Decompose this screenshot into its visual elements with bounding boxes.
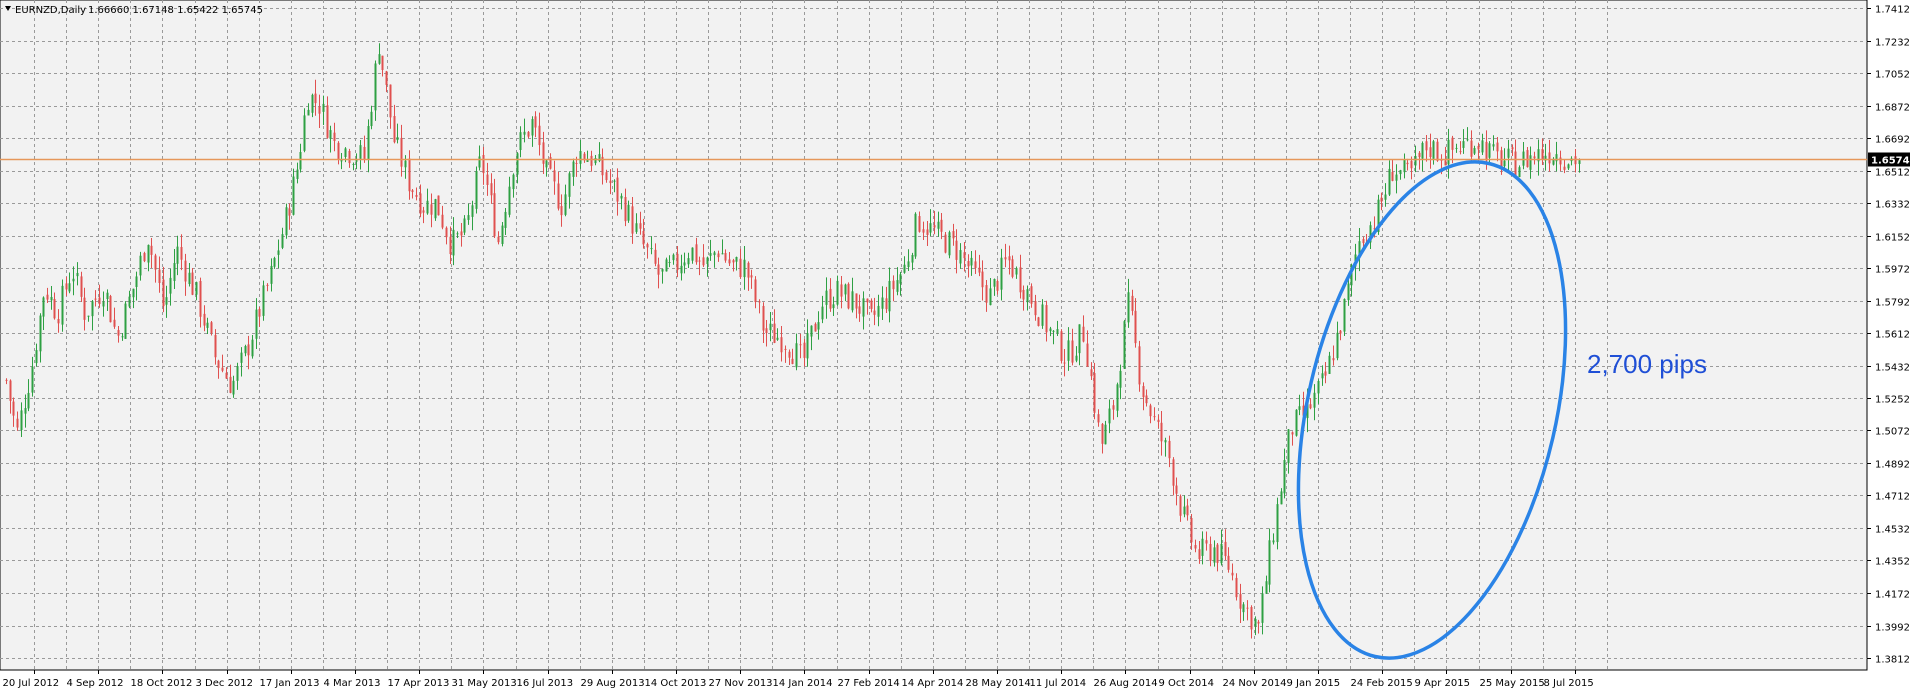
x-tick-label: 11 Jul 2014 xyxy=(1030,678,1087,689)
y-tick-label: 1.57920 xyxy=(1875,298,1910,309)
current-price-box: 1.65745 xyxy=(1868,152,1910,167)
x-tick-label: 17 Jan 2013 xyxy=(260,678,320,689)
plot-background xyxy=(0,0,1868,671)
y-tick-label: 1.43520 xyxy=(1875,557,1910,568)
x-tick-label: 27 Feb 2014 xyxy=(838,678,900,689)
x-tick-label: 29 Aug 2013 xyxy=(581,678,645,689)
chart-header: EURNZD,Daily 1.66660 1.67148 1.65422 1.6… xyxy=(5,5,263,16)
y-tick-label: 1.61520 xyxy=(1875,233,1910,244)
x-tick-label: 4 Sep 2012 xyxy=(67,678,124,689)
x-tick-label: 14 Apr 2014 xyxy=(902,678,964,689)
y-tick-label: 1.38120 xyxy=(1875,655,1910,666)
x-tick-label: 9 Apr 2015 xyxy=(1415,678,1470,689)
y-tick-label: 1.63320 xyxy=(1875,200,1910,211)
y-tick-label: 1.65120 xyxy=(1875,168,1910,179)
x-tick-label: 24 Feb 2015 xyxy=(1351,678,1413,689)
y-tick-label: 1.54320 xyxy=(1875,363,1910,374)
x-tick-label: 20 Jul 2012 xyxy=(3,678,60,689)
x-axis: 20 Jul 2012 4 Sep 2012 18 Oct 2012 3 Dec 20… xyxy=(3,670,1594,689)
x-tick-label: 8 Jul 2015 xyxy=(1544,678,1594,689)
y-tick-label: 1.39920 xyxy=(1875,623,1910,634)
current-price-label: 1.65745 xyxy=(1871,156,1910,167)
y-tick-label: 1.70520 xyxy=(1875,70,1910,81)
x-tick-label: 24 Nov 2014 xyxy=(1223,678,1287,689)
y-tick-label: 1.50720 xyxy=(1875,427,1910,438)
y-tick-label: 1.47120 xyxy=(1875,492,1910,503)
y-tick-label: 1.68720 xyxy=(1875,103,1910,114)
annotation-label: 2,700 pips xyxy=(1587,349,1707,379)
x-tick-label: 4 Mar 2013 xyxy=(324,678,381,689)
x-tick-label: 18 Oct 2012 xyxy=(131,678,193,689)
candlestick-chart[interactable]: 1.74120 1.72320 1.70520 1.68720 1.66920 1.651… xyxy=(0,0,1910,691)
y-tick-label: 1.66920 xyxy=(1875,135,1910,146)
y-axis: 1.74120 1.72320 1.70520 1.68720 1.66920 1.651… xyxy=(1867,5,1910,666)
x-tick-label: 9 Jan 2015 xyxy=(1287,678,1341,689)
y-tick-label: 1.48920 xyxy=(1875,460,1910,471)
y-tick-label: 1.59720 xyxy=(1875,265,1910,276)
y-tick-label: 1.41720 xyxy=(1875,590,1910,601)
y-tick-label: 1.72320 xyxy=(1875,38,1910,49)
ohlc-label: 1.66660 1.67148 1.65422 1.65745 xyxy=(88,5,263,16)
symbol-timeframe-label: EURNZD,Daily xyxy=(15,5,86,16)
x-tick-label: 28 May 2014 xyxy=(966,678,1031,689)
x-tick-label: 3 Dec 2012 xyxy=(196,678,254,689)
y-tick-label: 1.74120 xyxy=(1875,5,1910,16)
x-tick-label: 31 May 2013 xyxy=(452,678,517,689)
x-tick-label: 27 Nov 2013 xyxy=(709,678,773,689)
chart-window: 1.74120 1.72320 1.70520 1.68720 1.66920 1.651… xyxy=(0,0,1910,691)
x-tick-label: 9 Oct 2014 xyxy=(1159,678,1214,689)
y-tick-label: 1.52520 xyxy=(1875,395,1910,406)
x-tick-label: 14 Jan 2014 xyxy=(773,678,833,689)
y-tick-label: 1.45320 xyxy=(1875,525,1910,536)
y-tick-label: 1.56120 xyxy=(1875,330,1910,341)
x-tick-label: 16 Jul 2013 xyxy=(517,678,574,689)
x-tick-label: 25 May 2015 xyxy=(1480,678,1545,689)
x-tick-label: 26 Aug 2014 xyxy=(1094,678,1158,689)
x-tick-label: 14 Oct 2013 xyxy=(645,678,707,689)
x-tick-label: 17 Apr 2013 xyxy=(388,678,450,689)
